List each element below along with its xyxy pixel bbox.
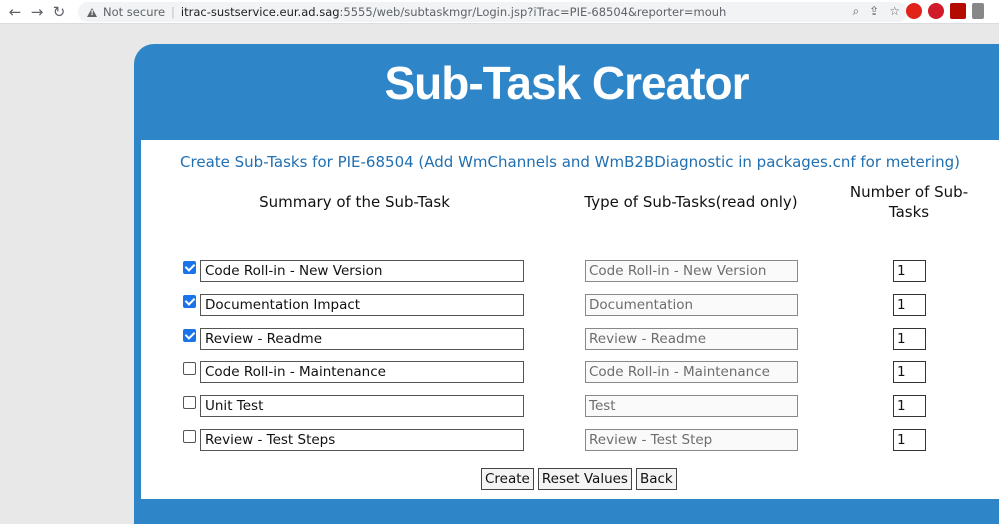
subtask-count-input[interactable]: 1 [893, 361, 926, 384]
security-label: Not secure [103, 5, 166, 19]
subtask-type-readonly: Code Roll-in - Maintenance [585, 361, 798, 384]
subtask-row: Unit Test Test 1 [141, 395, 999, 419]
zoom-icon[interactable]: ⌕ [852, 4, 859, 19]
subtask-checkbox[interactable] [183, 261, 196, 274]
url-host: itrac-sustservice.eur.ad.sag [180, 5, 340, 19]
form-subtitle: Create Sub-Tasks for PIE-68504 (Add WmCh… [180, 153, 960, 171]
subtask-summary-input[interactable]: Unit Test [200, 395, 524, 418]
subtask-summary-input[interactable]: Documentation Impact [200, 293, 524, 316]
browser-toolbar: ← → ↻ Not secure | itrac-sustservice.eur… [0, 0, 999, 24]
pdf-extension-icon[interactable] [950, 3, 966, 19]
page-title: Sub-Task Creator [384, 57, 749, 109]
subtask-checkbox[interactable] [183, 294, 196, 308]
subtask-checkbox[interactable] [183, 396, 196, 410]
subtask-summary-input[interactable]: Review - Readme [200, 327, 524, 350]
subtask-count-input[interactable]: 1 [893, 327, 926, 350]
subtask-checkbox[interactable] [183, 328, 196, 342]
reset-values-button[interactable]: Reset Values [537, 468, 632, 490]
url-separator: | [171, 5, 175, 19]
document-extension-icon[interactable] [972, 3, 984, 19]
forward-arrow-icon[interactable]: → [26, 1, 48, 23]
back-button[interactable]: Back [635, 468, 677, 490]
subtask-summary-input[interactable]: Code Roll-in - New Version [200, 260, 524, 282]
column-header-number: Number of Sub-Tasks [849, 183, 969, 221]
subtask-row: Code Roll-in - New Version Code Roll-in -… [141, 260, 999, 284]
subtask-type-readonly: Review - Test Step [585, 429, 798, 451]
url-path: :5555/web/subtaskmgr/Login.jsp?iTrac=PIE… [339, 5, 727, 19]
share-icon[interactable]: ⇪ [869, 4, 879, 19]
create-button[interactable]: Create [481, 468, 534, 490]
subtask-type-readonly: Code Roll-in - New Version [585, 260, 798, 282]
subtask-type-readonly: Test [585, 395, 798, 418]
warning-icon [87, 7, 97, 17]
form-container: Create Sub-Tasks for PIE-68504 (Add WmCh… [141, 140, 999, 499]
subtask-type-readonly: Documentation [585, 293, 798, 316]
action-buttons: Create Reset Values Back [481, 468, 677, 490]
subtask-row: Documentation Impact Documentation 1 [141, 293, 999, 318]
address-bar[interactable]: Not secure | itrac-sustservice.eur.ad.sa… [78, 2, 908, 22]
subtask-summary-input[interactable]: Review - Test Steps [200, 429, 524, 451]
subtask-row: Code Roll-in - Maintenance Code Roll-in -… [141, 361, 999, 385]
column-header-summary: Summary of the Sub-Task [259, 193, 450, 211]
subtask-row: Review - Readme Review - Readme 1 [141, 327, 999, 352]
subtask-count-input[interactable]: 1 [893, 260, 926, 282]
back-arrow-icon[interactable]: ← [4, 1, 26, 23]
opera-extension-icon[interactable] [906, 3, 922, 19]
adblock-extension-icon[interactable] [928, 3, 944, 19]
reload-icon[interactable]: ↻ [48, 1, 70, 23]
subtask-checkbox[interactable] [183, 362, 196, 376]
subtask-count-input[interactable]: 1 [893, 429, 926, 451]
subtask-checkbox[interactable] [183, 430, 196, 443]
subtask-summary-input[interactable]: Code Roll-in - Maintenance [200, 361, 524, 384]
column-header-type: Type of Sub-Tasks(read only) [584, 193, 798, 211]
subtask-type-readonly: Review - Readme [585, 327, 798, 350]
subtask-count-input[interactable]: 1 [893, 395, 926, 418]
subtask-count-input[interactable]: 1 [893, 293, 926, 316]
subtask-row: Review - Test Steps Review - Test Step 1 [141, 429, 999, 453]
bookmark-star-icon[interactable]: ☆ [889, 4, 900, 19]
